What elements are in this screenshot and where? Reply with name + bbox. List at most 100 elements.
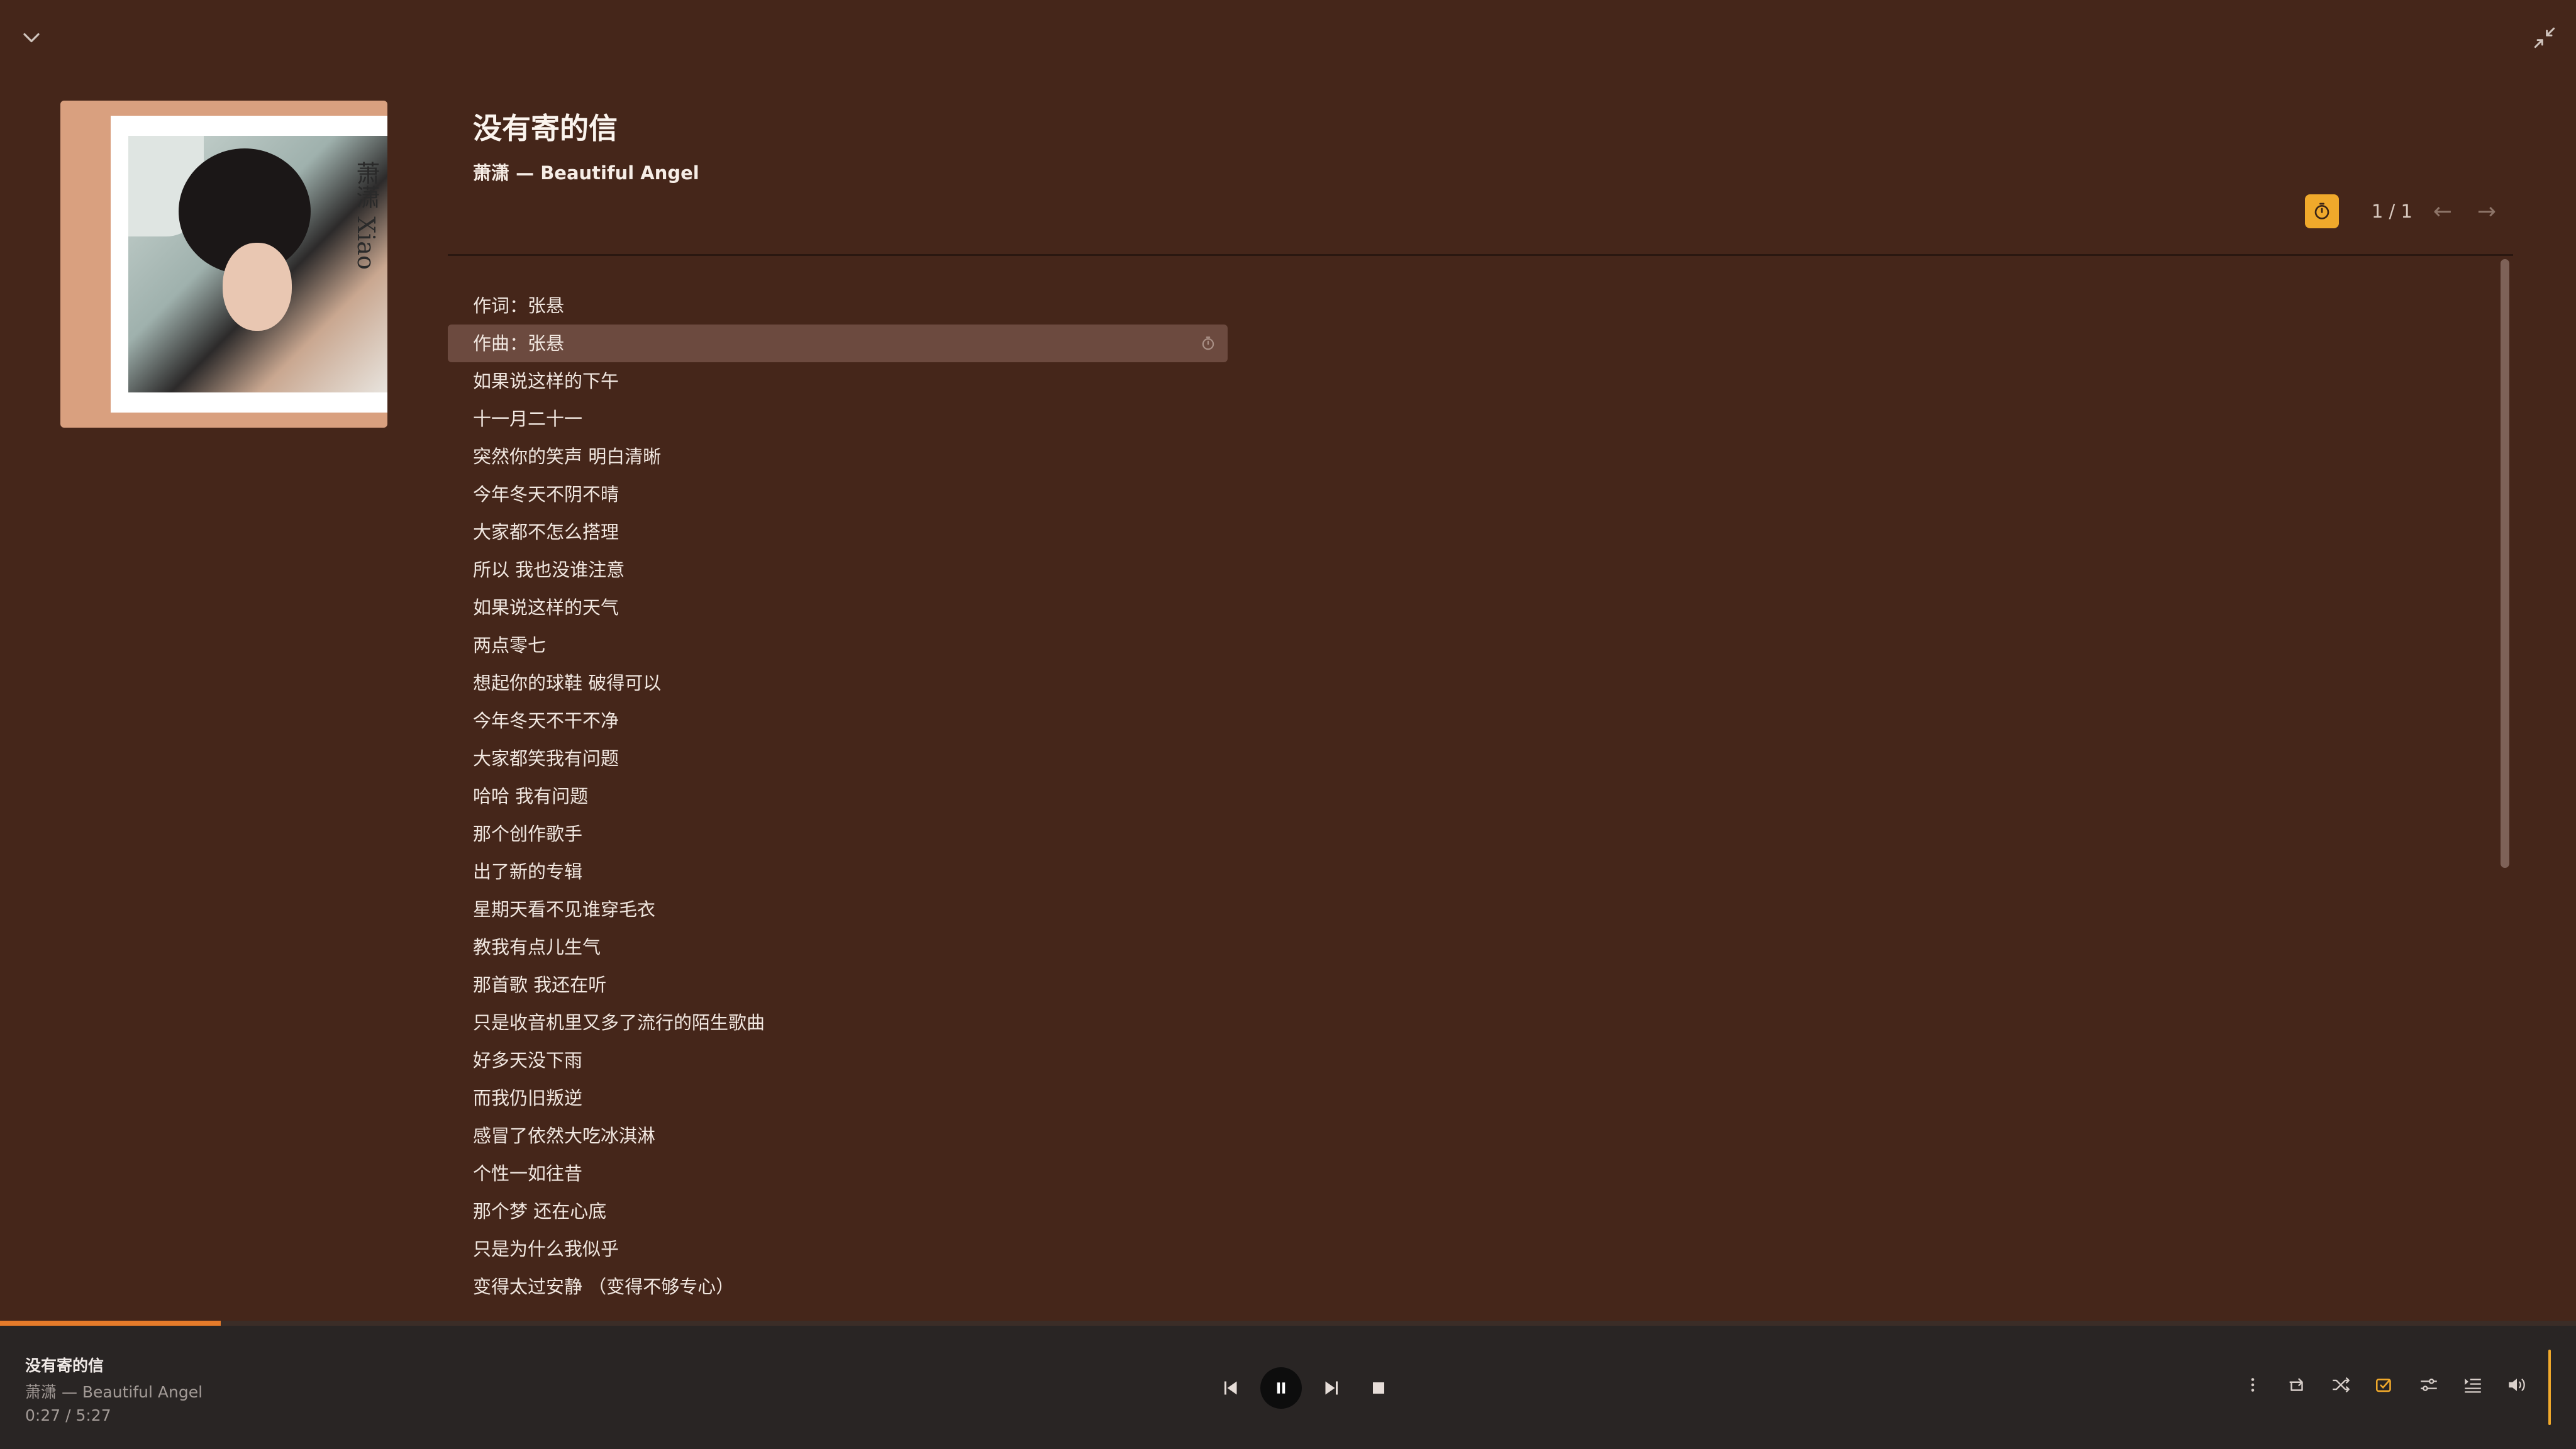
lyric-line[interactable]: 变得太过安静 （变得不够专心） xyxy=(448,1268,1228,1306)
repeat-icon xyxy=(2289,1378,2303,1391)
lyric-line[interactable]: 好多天没下雨 xyxy=(448,1041,1228,1079)
right-controls xyxy=(2238,1370,2532,1400)
queue-button[interactable] xyxy=(2458,1370,2488,1400)
album-art: 萧潇 Xiao xyxy=(60,101,387,428)
lyric-line[interactable]: 星期天看不见谁穿毛衣 xyxy=(448,891,1228,928)
lyric-line-text: 如果说这样的天气 xyxy=(473,597,619,618)
lyric-line[interactable]: 两点零七 xyxy=(448,626,1228,664)
lyric-line[interactable]: 感冒了依然大吃冰淇淋 xyxy=(448,1117,1228,1155)
lyric-line[interactable]: 如果说这样的天气 xyxy=(448,589,1228,626)
lyric-line[interactable]: 作词：张悬 xyxy=(448,287,1228,325)
lyric-line-text: 所以 我也没谁注意 xyxy=(473,559,625,580)
lyric-line-text: 哈哈 我有问题 xyxy=(473,786,589,807)
collapse-button[interactable] xyxy=(18,24,45,52)
volume-slider[interactable] xyxy=(2548,1350,2551,1425)
lyric-line-active[interactable]: 作曲：张悬 xyxy=(448,325,1228,362)
now-playing-title: 没有寄的信 xyxy=(25,1357,104,1375)
lyrics-panel[interactable]: 作词：张悬作曲：张悬如果说这样的下午 十一月二十一突然你的笑声 明白清晰今年冬天不… xyxy=(448,258,2513,1308)
now-playing-artist: 萧潇 — Beautiful Angel xyxy=(25,1383,203,1401)
lyric-line-text: 两点零七 xyxy=(473,635,547,656)
lyric-line-text: 今年冬天不干不净 xyxy=(473,710,619,731)
album-cover-logo: 萧潇 Xiao xyxy=(352,161,380,270)
lyric-line-text: 那首歌 我还在听 xyxy=(473,974,607,996)
repeat-button[interactable] xyxy=(2282,1370,2312,1400)
album-cover-photo: 萧潇 Xiao xyxy=(128,136,387,392)
lyric-line-text: 十一月二十一 xyxy=(473,408,583,430)
lyric-line[interactable]: 大家都不怎么搭理 xyxy=(448,513,1228,551)
lyric-line[interactable]: 想起你的球鞋 破得可以 xyxy=(448,664,1228,702)
exit-fullscreen-icon xyxy=(2534,27,2555,48)
lyric-line[interactable]: 出了新的专辑 xyxy=(448,853,1228,891)
lyric-line-text: 那个梦 还在心底 xyxy=(473,1201,607,1222)
lyrics-toggle-button[interactable] xyxy=(2370,1370,2400,1400)
lyric-line-text: 今年冬天不阴不晴 xyxy=(473,484,619,505)
volume-icon xyxy=(2509,1379,2525,1391)
more-vertical-icon xyxy=(2251,1378,2255,1392)
lyric-line[interactable]: 十一月二十一 xyxy=(448,400,1228,438)
lyric-line-text: 个性一如往昔 xyxy=(473,1163,583,1184)
lyric-line-text: 感冒了依然大吃冰淇淋 xyxy=(473,1125,656,1146)
more-options-button[interactable] xyxy=(2238,1370,2268,1400)
now-playing-time: 0:27 / 5:27 xyxy=(25,1406,111,1424)
volume-button[interactable] xyxy=(2502,1370,2532,1400)
player-bar: 没有寄的信 萧潇 — Beautiful Angel 0:27 / 5:27 xyxy=(0,1321,2576,1449)
lyric-line-text: 教我有点儿生气 xyxy=(473,936,601,958)
lyric-line[interactable]: 而我仍旧叛逆 xyxy=(448,1079,1228,1117)
lyric-line-text: 想起你的球鞋 破得可以 xyxy=(473,672,662,694)
lyric-line-text: 只是收音机里又多了流行的陌生歌曲 xyxy=(473,1012,765,1033)
top-bar xyxy=(0,0,2576,69)
shuffle-button[interactable] xyxy=(2326,1370,2356,1400)
exit-fullscreen-button[interactable] xyxy=(2531,24,2558,52)
lyric-line-text: 出了新的专辑 xyxy=(473,861,583,882)
skip-previous-icon xyxy=(1224,1381,1237,1395)
lyrics-scrollbar[interactable] xyxy=(2501,259,2509,868)
lyric-line[interactable]: 个性一如往昔 xyxy=(448,1155,1228,1192)
lyrics-result-count: 1 / 1 xyxy=(2371,201,2412,222)
lyric-line[interactable]: 所以 我也没谁注意 xyxy=(448,551,1228,589)
header-divider xyxy=(448,254,2513,256)
lyric-line-text: 大家都笑我有问题 xyxy=(473,748,619,769)
next-lyrics-button[interactable]: → xyxy=(2473,199,2501,225)
lyric-line[interactable]: 那首歌 我还在听 xyxy=(448,966,1228,1004)
stop-button[interactable] xyxy=(1362,1372,1395,1404)
lyric-line-text: 而我仍旧叛逆 xyxy=(473,1087,583,1109)
chevron-down-icon xyxy=(23,33,40,43)
next-track-button[interactable] xyxy=(1316,1372,1348,1404)
stop-icon xyxy=(1373,1382,1384,1394)
lyric-line[interactable]: 如果说这样的下午 xyxy=(448,362,1228,400)
lyric-line-text: 大家都不怎么搭理 xyxy=(473,521,619,543)
lyric-line[interactable]: 那个梦 还在心底 xyxy=(448,1192,1228,1230)
transport-controls xyxy=(1214,1367,1395,1409)
pause-button[interactable] xyxy=(1260,1367,1302,1409)
playback-progress-fill xyxy=(0,1321,221,1326)
lyrics-navigation: 1 / 1 ← → xyxy=(2304,194,2501,229)
previous-track-button[interactable] xyxy=(1214,1372,1246,1404)
lyric-line-text: 如果说这样的下午 xyxy=(473,370,619,392)
lyric-line[interactable]: 教我有点儿生气 xyxy=(448,928,1228,966)
lyric-line-text: 作词：张悬 xyxy=(473,295,565,316)
lyric-line-text: 变得太过安静 （变得不够专心） xyxy=(473,1276,735,1297)
lyrics-list: 作词：张悬作曲：张悬如果说这样的下午 十一月二十一突然你的笑声 明白清晰今年冬天不… xyxy=(448,287,1228,1306)
lyric-line-text: 那个创作歌手 xyxy=(473,823,583,845)
lyric-line[interactable]: 突然你的笑声 明白清晰 xyxy=(448,438,1228,475)
lyric-line[interactable]: 哈哈 我有问题 xyxy=(448,777,1228,815)
lyrics-icon xyxy=(2375,1379,2391,1392)
lyric-line-text: 星期天看不见谁穿毛衣 xyxy=(473,899,656,920)
lyric-line[interactable]: 今年冬天不干不净 xyxy=(448,702,1228,740)
lyric-line-text: 只是为什么我似乎 xyxy=(473,1238,619,1260)
lyric-line[interactable]: 只是收音机里又多了流行的陌生歌曲 xyxy=(448,1004,1228,1041)
playback-progress-bar[interactable] xyxy=(0,1321,2576,1326)
equalizer-button[interactable] xyxy=(2414,1370,2444,1400)
track-title: 没有寄的信 xyxy=(473,111,618,145)
lyrics-sync-button[interactable] xyxy=(2304,194,2339,228)
timer-icon xyxy=(2314,203,2329,219)
lyric-line[interactable]: 大家都笑我有问题 xyxy=(448,740,1228,777)
line-timer-icon[interactable] xyxy=(1200,335,1216,352)
lyric-line-text: 好多天没下雨 xyxy=(473,1050,583,1071)
lyric-line[interactable]: 只是为什么我似乎 xyxy=(448,1230,1228,1268)
sliders-icon xyxy=(2421,1379,2437,1391)
lyric-line[interactable]: 今年冬天不阴不晴 xyxy=(448,475,1228,513)
album-cover-frame: 萧潇 Xiao xyxy=(111,116,387,413)
lyric-line[interactable]: 那个创作歌手 xyxy=(448,815,1228,853)
previous-lyrics-button[interactable]: ← xyxy=(2429,199,2457,225)
